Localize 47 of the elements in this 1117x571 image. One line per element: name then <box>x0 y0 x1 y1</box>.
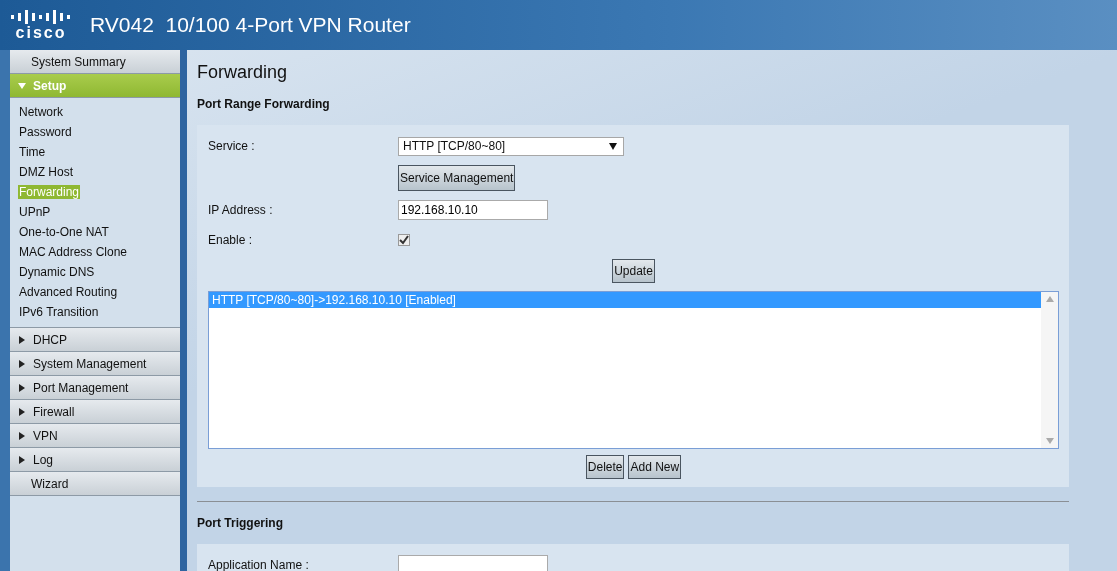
nav-subitem[interactable]: Network <box>18 105 64 119</box>
update-button[interactable]: Update <box>612 259 655 283</box>
enable-checkbox[interactable] <box>398 234 410 246</box>
logo-text: cisco <box>15 24 67 41</box>
scroll-down-icon[interactable] <box>1045 438 1054 444</box>
nav-section[interactable]: DHCP <box>10 328 180 352</box>
section-heading: Port Triggering <box>197 516 284 530</box>
action-button[interactable]: Add New <box>628 455 682 479</box>
scroll-up-icon[interactable] <box>1045 296 1054 302</box>
nav-subitem[interactable]: Password <box>18 125 73 139</box>
ip-address-field[interactable]: 192.168.10.10 <box>398 200 548 220</box>
nav-section[interactable]: VPN <box>10 424 180 448</box>
product-title: RV042 10/100 4-Port VPN Router <box>90 13 411 37</box>
caret-right-icon <box>18 431 26 440</box>
caret-right-icon <box>18 455 26 464</box>
caret-right-icon <box>18 407 26 416</box>
field-label: Service : <box>208 139 256 153</box>
caret-down-icon <box>18 81 26 90</box>
page-title: Forwarding <box>197 62 289 83</box>
caret-right-icon <box>18 335 26 344</box>
nav-section[interactable]: Log <box>10 448 180 472</box>
nav-item[interactable]: System Summary <box>10 50 180 74</box>
nav-subitem[interactable]: DMZ Host <box>18 165 74 179</box>
nav-subitem[interactable]: MAC Address Clone <box>18 245 129 259</box>
logo-bars-icon <box>10 9 72 24</box>
section-heading: Port Range Forwarding <box>197 97 331 111</box>
nav-section[interactable]: Firewall <box>10 400 180 424</box>
field-label: Enable : <box>208 233 254 247</box>
nav-subitem[interactable]: UPnP <box>18 205 52 219</box>
caret-right-icon <box>18 359 26 368</box>
dropdown-arrow-icon <box>609 142 617 150</box>
service-management-button[interactable]: Service Management <box>398 165 516 191</box>
application-name-field[interactable] <box>398 555 548 571</box>
nav-subitem[interactable]: Advanced Routing <box>18 285 119 299</box>
nav-subitem[interactable]: Dynamic DNS <box>18 265 96 279</box>
scrollbar[interactable] <box>1041 292 1058 448</box>
service-dropdown[interactable]: HTTP [TCP/80~80] <box>398 136 624 156</box>
nav-section[interactable]: System Management <box>10 352 180 376</box>
nav-subitem[interactable]: Time <box>18 145 47 159</box>
nav-subitem[interactable]: IPv6 Transition <box>18 305 100 319</box>
nav-section[interactable]: Port Management <box>10 376 180 400</box>
field-label: IP Address : <box>208 203 274 217</box>
action-button[interactable]: Delete <box>585 455 625 479</box>
caret-right-icon <box>18 383 26 392</box>
nav-item[interactable]: Wizard <box>10 472 180 496</box>
nav-subitem[interactable]: One-to-One NAT <box>18 225 110 239</box>
field-label: Application Name : <box>208 558 310 571</box>
